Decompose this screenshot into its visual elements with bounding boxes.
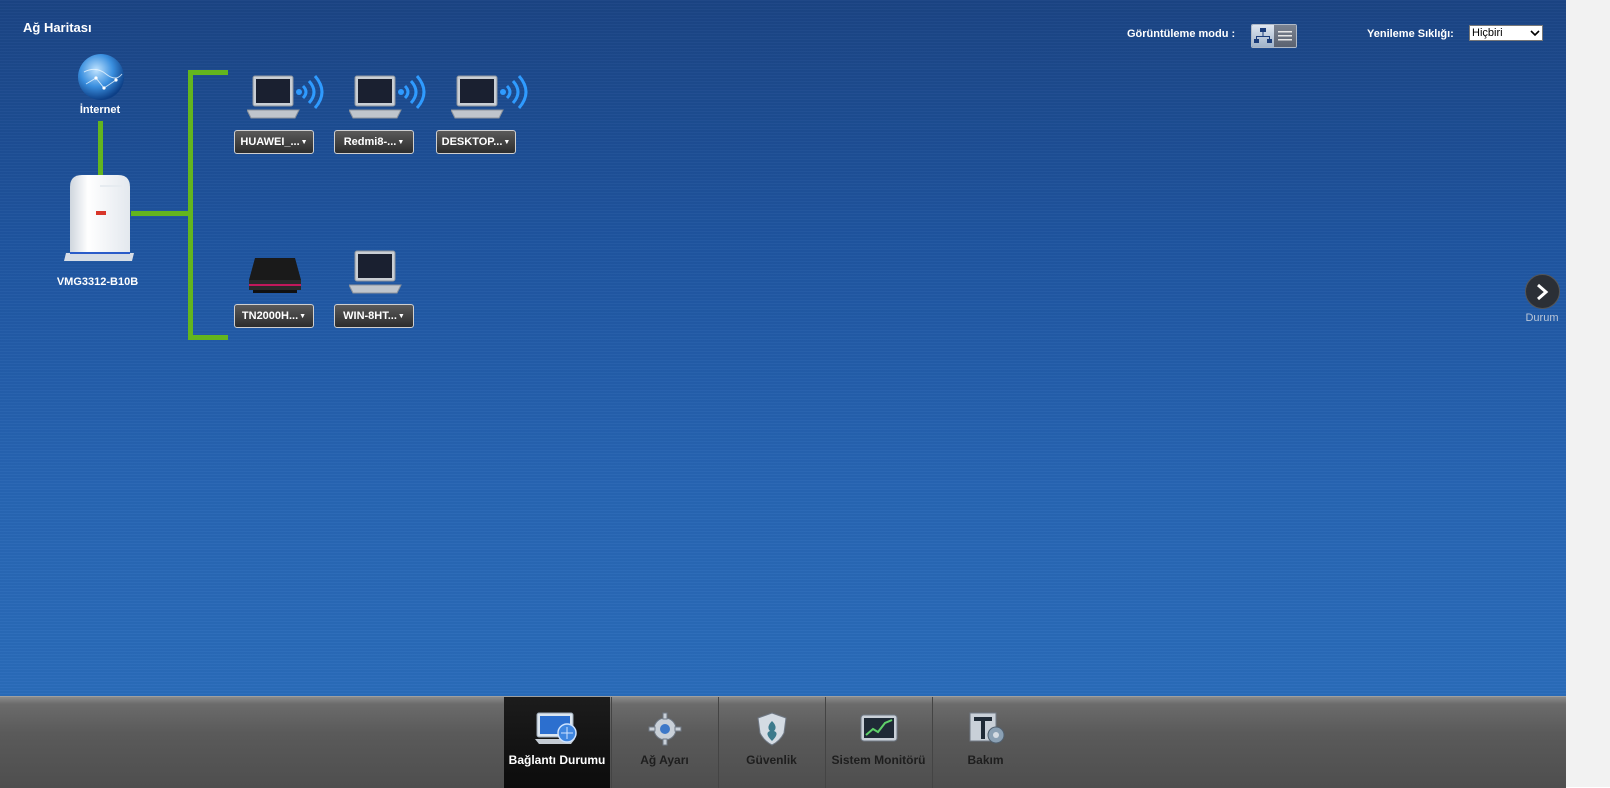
tab-maintenance[interactable]: Bakım <box>932 697 1038 788</box>
maintenance-icon <box>969 712 1004 744</box>
internet-link-line <box>98 121 103 175</box>
device-name: TN2000H... <box>241 310 299 322</box>
device-button-tn2000h[interactable]: TN2000H... ▼ <box>234 304 314 328</box>
internet-globe-icon[interactable] <box>76 52 126 102</box>
tab-label: Bağlantı Durumu <box>508 753 606 767</box>
router-trunk-line <box>131 211 190 216</box>
device-button-huawei[interactable]: HUAWEI_... ▼ <box>234 130 314 154</box>
device-name: WIN-8HT... <box>343 310 397 322</box>
device-button-desktop[interactable]: DESKTOP... ▼ <box>436 130 516 154</box>
router-label: VMG3312-B10B <box>56 276 139 288</box>
bottom-nav-bar: Bağlantı Durumu Ağ Ayarı Güvenlik Sistem… <box>0 696 1566 788</box>
tab-security[interactable]: Güvenlik <box>718 697 824 788</box>
connection-status-icon <box>535 712 577 744</box>
tab-label: Güvenlik <box>746 753 797 767</box>
network-map-canvas: Ağ Haritası Görüntüleme modu : Yenileme … <box>0 0 1566 696</box>
tab-label: Bakım <box>967 753 1004 767</box>
wireless-laptop-icon[interactable] <box>349 74 429 126</box>
chevron-down-icon <box>1530 30 1540 36</box>
side-nav-label: Durum <box>1525 312 1559 324</box>
list-icon <box>1278 31 1292 41</box>
monitor-chart-icon <box>860 714 897 742</box>
page-title: Ağ Haritası <box>23 20 92 35</box>
refresh-frequency-label: Yenileme Sıklığı: <box>1367 28 1454 40</box>
device-name: Redmi8-... <box>343 136 397 148</box>
router-icon[interactable] <box>62 173 134 263</box>
tab-system-monitor[interactable]: Sistem Monitörü <box>825 697 931 788</box>
gear-icon <box>648 712 681 746</box>
set-top-box-icon[interactable] <box>247 256 303 296</box>
view-mode-toggle <box>1251 24 1297 48</box>
network-map-icon <box>1254 28 1272 43</box>
refresh-frequency-value: Hiçbiri <box>1472 27 1503 39</box>
wireless-laptop-icon[interactable] <box>247 74 327 126</box>
wireless-branch-line <box>188 70 228 75</box>
device-button-win-8ht[interactable]: WIN-8HT... ▼ <box>334 304 414 328</box>
view-mode-label: Görüntüleme modu : <box>1127 28 1236 40</box>
side-nav-status[interactable]: Durum <box>1522 274 1562 324</box>
shield-icon <box>756 712 787 746</box>
map-view-button[interactable] <box>1252 25 1274 47</box>
scrollbar[interactable] <box>1566 0 1610 787</box>
refresh-frequency-select[interactable]: Hiçbiri <box>1469 25 1543 41</box>
tab-label: Ağ Ayarı <box>640 753 689 767</box>
internet-label: İnternet <box>79 104 121 116</box>
vertical-bus-line <box>188 70 193 340</box>
list-view-button[interactable] <box>1274 25 1296 47</box>
chevron-right-icon[interactable] <box>1524 274 1560 309</box>
tab-connection-status[interactable]: Bağlantı Durumu <box>504 697 610 788</box>
laptop-icon[interactable] <box>349 249 403 299</box>
device-name: HUAWEI_... <box>240 136 300 148</box>
wireless-laptop-icon[interactable] <box>451 74 531 126</box>
wired-branch-line <box>188 335 228 340</box>
tab-label: Sistem Monitörü <box>831 753 926 767</box>
device-button-redmi8[interactable]: Redmi8-... ▼ <box>334 130 414 154</box>
tab-network-settings[interactable]: Ağ Ayarı <box>611 697 717 788</box>
device-name: DESKTOP... <box>441 136 503 148</box>
